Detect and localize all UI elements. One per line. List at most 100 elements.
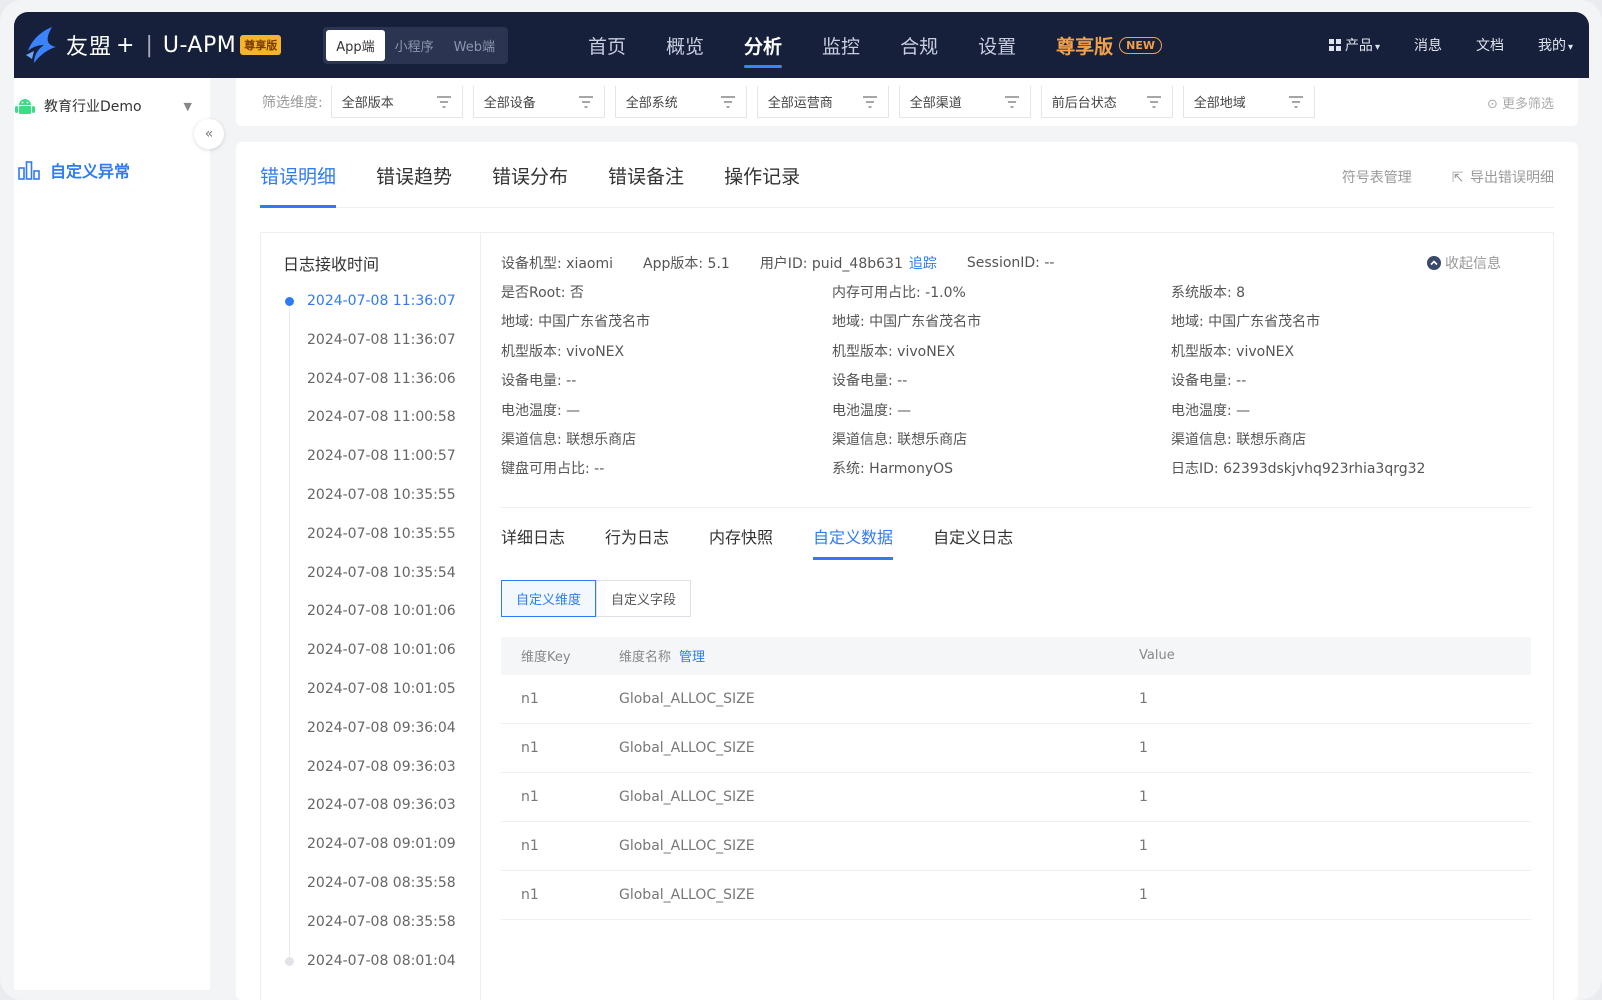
tab-error-trend[interactable]: 错误趋势: [376, 162, 452, 207]
time-text: 2024-07-08 11:36:07: [307, 293, 456, 309]
nav-overview[interactable]: 概览: [646, 12, 724, 78]
list-item[interactable]: 2024-07-08 11:36:07: [289, 328, 479, 367]
chevron-down-icon: ▾: [1374, 42, 1380, 53]
list-item[interactable]: 2024-07-08 11:36:07: [285, 289, 479, 328]
filter-os[interactable]: 全部系统: [614, 86, 747, 118]
filter-channel[interactable]: 全部渠道: [898, 86, 1031, 118]
tab-error-notes[interactable]: 错误备注: [608, 162, 684, 207]
tab-custom-data[interactable]: 自定义数据: [813, 524, 894, 560]
list-item[interactable]: 2024-07-08 09:36:04: [289, 716, 479, 755]
tab-behavior-log[interactable]: 行为日志: [605, 524, 669, 560]
platform-miniprogram-tab[interactable]: 小程序: [385, 30, 444, 61]
manage-link[interactable]: 管理: [679, 650, 705, 665]
docs-link[interactable]: 文档: [1476, 35, 1504, 55]
cell-key: n1: [521, 739, 539, 756]
trace-link[interactable]: 追踪: [909, 253, 937, 273]
list-item[interactable]: 2024-07-08 10:01:06: [289, 638, 479, 677]
list-item[interactable]: 2024-07-08 09:36:03: [289, 755, 479, 794]
info-field: 日志ID: 62393dskjvhq923rhia3qrg32: [1171, 461, 1426, 478]
sidebar-item-custom-exception[interactable]: 自定义异常: [18, 158, 210, 182]
filter-bar: 筛选维度: 全部版本 全部设备 全部系统 全部运营商 全部渠道 前后台状态 全部…: [236, 78, 1578, 126]
nav-compliance[interactable]: 合规: [880, 12, 958, 78]
brand-logo[interactable]: 友盟 + | U-APM 尊享版: [22, 25, 282, 65]
tab-detailed-log[interactable]: 详细日志: [501, 524, 565, 560]
collapse-up-icon: [1427, 256, 1441, 270]
nav-monitor[interactable]: 监控: [802, 12, 880, 78]
collapse-sidebar-button[interactable]: «: [194, 119, 224, 149]
products-menu[interactable]: 产品 ▾: [1328, 35, 1380, 55]
tab-error-distribution[interactable]: 错误分布: [492, 162, 568, 207]
more-filters-button[interactable]: ⊙ 更多筛选: [1487, 93, 1554, 112]
list-item[interactable]: 2024-07-08 08:35:58: [289, 871, 479, 910]
list-item[interactable]: 2024-07-08 10:35:55: [289, 483, 479, 522]
collapse-info-button[interactable]: 收起信息: [1427, 253, 1531, 273]
cell-value: 1: [1139, 690, 1148, 707]
my-menu[interactable]: 我的 ▾: [1538, 35, 1573, 55]
list-item[interactable]: 2024-07-08 09:36:03: [289, 793, 479, 832]
list-item[interactable]: 2024-07-08 11:00:58: [289, 405, 479, 444]
platform-app-tab[interactable]: App端: [326, 29, 385, 61]
nav-home[interactable]: 首页: [568, 12, 646, 78]
caret-down-icon: ▼: [183, 99, 192, 113]
top-navigation-bar: 友盟 + | U-APM 尊享版 App端 小程序 Web端 首页 概览 分析 …: [14, 12, 1589, 78]
info-field: 地域: 中国广东省茂名市: [501, 314, 651, 331]
time-text: 2024-07-08 11:00:58: [307, 409, 456, 426]
platform-switch: App端 小程序 Web端: [323, 26, 508, 64]
info-field: 电池温度: —: [1171, 402, 1251, 419]
symbol-table-link[interactable]: 符号表管理: [1342, 167, 1412, 187]
nav-vip[interactable]: 尊享版 NEW: [1036, 12, 1182, 78]
list-item[interactable]: 2024-07-08 10:35:55: [289, 522, 479, 561]
table-header: 维度Key 维度名称 管理 Value: [501, 636, 1531, 675]
timeline-dot: [285, 956, 294, 966]
list-item[interactable]: 2024-07-08 10:01:05: [289, 677, 479, 716]
filter-icon: [1146, 95, 1161, 108]
platform-web-tab[interactable]: Web端: [444, 30, 505, 61]
list-item[interactable]: 2024-07-08 11:00:57: [289, 444, 479, 483]
filter-icon: [436, 95, 451, 108]
table-row: n1 Global_ALLOC_SIZE 1: [501, 724, 1531, 773]
list-item[interactable]: 2024-07-08 08:35:58: [289, 910, 479, 949]
column-header-value: Value: [1139, 648, 1175, 664]
info-field: 是否Root: 否: [501, 285, 584, 301]
brand-separator: |: [145, 32, 153, 58]
filter-region[interactable]: 全部地域: [1182, 86, 1315, 118]
filter-version[interactable]: 全部版本: [330, 86, 463, 118]
filter-label: 筛选维度:: [262, 95, 323, 111]
info-field: 内存可用占比: -1.0%: [832, 285, 966, 301]
segment-custom-dimension[interactable]: 自定义维度: [501, 579, 597, 617]
brand-plus: +: [116, 32, 136, 58]
info-field: 渠道信息: 联想乐商店: [1171, 431, 1307, 448]
list-item[interactable]: 2024-07-08 08:01:04: [285, 949, 479, 988]
list-item[interactable]: 2024-07-08 11:36:06: [289, 367, 479, 406]
filter-device[interactable]: 全部设备: [472, 86, 605, 118]
tab-memory-snapshot[interactable]: 内存快照: [709, 524, 773, 560]
list-item[interactable]: 2024-07-08 09:01:09: [289, 832, 479, 871]
nav-settings[interactable]: 设置: [958, 12, 1036, 78]
nav-analysis[interactable]: 分析: [724, 12, 802, 78]
tab-operation-log[interactable]: 操作记录: [724, 162, 800, 207]
cell-name: Global_ALLOC_SIZE: [619, 788, 755, 805]
filter-carrier[interactable]: 全部运营商: [756, 86, 889, 118]
messages-link[interactable]: 消息: [1414, 35, 1442, 55]
app-selector[interactable]: 教育行业Demo ▼: [14, 78, 210, 116]
grid-icon: [1328, 39, 1341, 51]
column-header-name: 维度名称 管理: [619, 646, 1139, 665]
error-detail: 设备机型: xiaomi App版本: 5.1 用户ID: puid_48b63…: [501, 233, 1531, 920]
cell-value: 1: [1139, 739, 1148, 756]
tab-error-detail[interactable]: 错误明细: [260, 162, 337, 208]
info-field: 键盘可用占比: --: [501, 461, 605, 478]
table-row: n1 Global_ALLOC_SIZE 1: [501, 822, 1531, 871]
list-item[interactable]: 2024-07-08 10:35:54: [289, 561, 479, 600]
info-field: 渠道信息: 联想乐商店: [501, 431, 637, 448]
log-time-title: 日志接收时间: [283, 255, 380, 274]
time-text: 2024-07-08 09:36:04: [307, 719, 456, 736]
time-text: 2024-07-08 10:35:55: [307, 486, 456, 503]
segment-custom-field[interactable]: 自定义字段: [596, 579, 692, 617]
filter-device-label: 全部设备: [483, 96, 536, 111]
cell-key: n1: [521, 837, 539, 854]
export-error-detail-link[interactable]: ⇱ 导出错误明细: [1432, 167, 1554, 187]
filter-foreground-state[interactable]: 前后台状态: [1040, 86, 1173, 118]
list-item[interactable]: 2024-07-08 10:01:06: [289, 599, 479, 638]
time-text: 2024-07-08 10:01:06: [307, 642, 456, 659]
tab-custom-log[interactable]: 自定义日志: [933, 524, 1013, 560]
